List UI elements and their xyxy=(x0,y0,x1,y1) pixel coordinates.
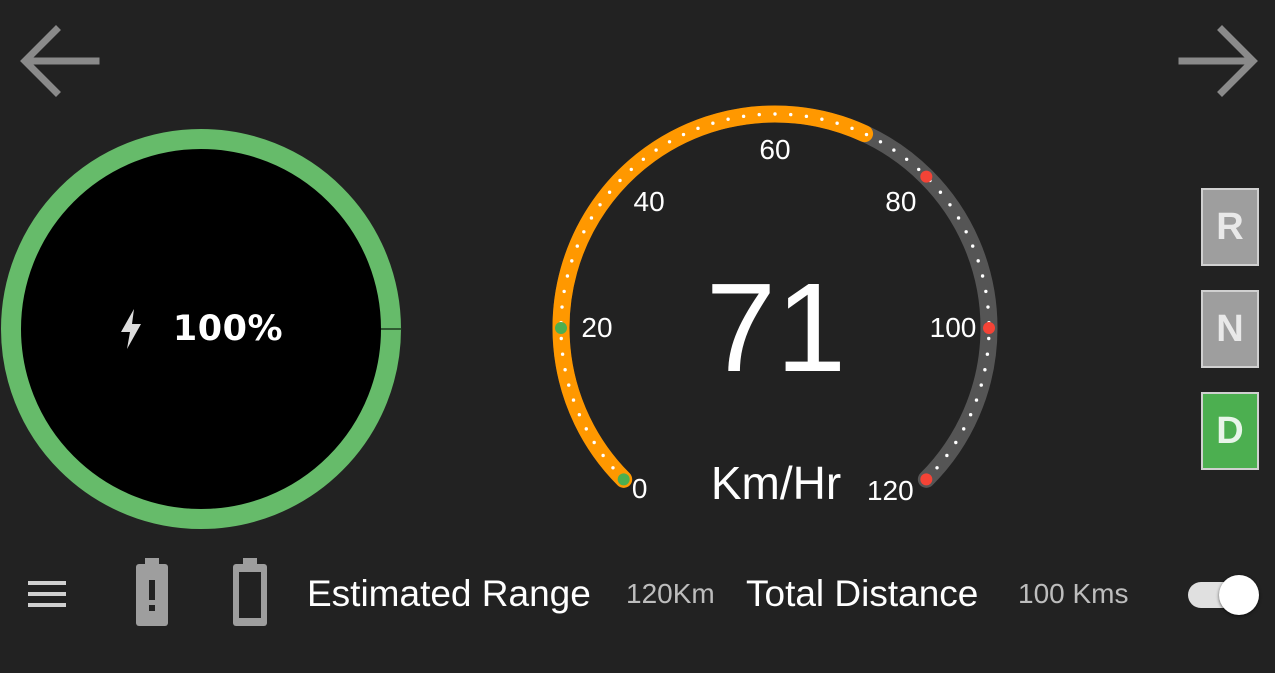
speed-tick-label: 80 xyxy=(885,186,917,218)
speed-arc-dot xyxy=(864,132,869,137)
speed-arc-dot xyxy=(956,216,961,220)
speed-arc-dot xyxy=(560,305,564,309)
speed-arc-dot xyxy=(892,148,896,152)
speed-arc-dot xyxy=(582,230,586,234)
dashboard-screen: 100% 0 20 40 60 80 100 120 71 Km/Hr R N D Est xyxy=(0,0,1275,673)
speed-arc-dot xyxy=(757,112,761,117)
speed-arc-dot xyxy=(575,244,579,248)
gear-drive-button[interactable]: D xyxy=(1201,392,1259,470)
battery-icon xyxy=(233,558,267,626)
speed-arc-dot xyxy=(904,157,909,161)
gear-neutral-button[interactable]: N xyxy=(1201,290,1259,368)
speed-arc-dot xyxy=(611,466,615,470)
speed-arc-dot xyxy=(654,148,658,152)
speed-arc-dot xyxy=(984,289,988,294)
speed-arc-dot xyxy=(598,203,602,207)
speed-arc-dot xyxy=(589,216,594,220)
arrow-right-icon[interactable] xyxy=(1176,18,1262,104)
battery-gauge-face xyxy=(20,148,382,510)
speed-tick-label: 60 xyxy=(759,134,791,165)
speed-marker-green xyxy=(555,322,567,334)
speed-arc-dot xyxy=(565,274,570,278)
speed-arc-dot xyxy=(696,126,700,131)
speed-arc-dot xyxy=(964,230,968,234)
speed-arc-dot xyxy=(741,114,746,119)
arrow-left-icon[interactable] xyxy=(16,18,102,104)
battery-gauge xyxy=(1,129,402,529)
speed-arc-dot xyxy=(974,398,979,402)
speed-value: 71 xyxy=(705,257,847,398)
speed-marker-red xyxy=(920,170,933,183)
menu-icon[interactable] xyxy=(28,578,68,610)
speed-arc-dot xyxy=(987,336,991,341)
speed-arc-dot xyxy=(986,305,990,309)
speed-arc-dot xyxy=(850,126,854,131)
speed-arc-dot xyxy=(917,167,921,172)
speed-arc-dot xyxy=(667,140,672,144)
speed-arc-dot xyxy=(773,112,777,116)
speed-arc-dot xyxy=(945,453,949,458)
speed-arc-dot xyxy=(601,453,605,458)
speed-arc-dot xyxy=(559,336,563,341)
speed-arc-dot xyxy=(577,413,582,417)
speed-arc-dot xyxy=(820,117,824,121)
speed-arc-dot xyxy=(607,190,612,194)
speed-arc-dot xyxy=(584,427,588,431)
speed-arc-dot xyxy=(938,190,943,194)
speed-arc-dot xyxy=(935,466,939,470)
speed-arc-dot xyxy=(570,259,574,263)
speed-arc-dot xyxy=(571,398,576,402)
speed-arc-dot xyxy=(681,132,686,137)
speed-arc-dot xyxy=(789,112,793,117)
speed-tick-label: 0 xyxy=(631,473,648,505)
speed-arc-dot xyxy=(878,140,883,144)
speed-arc-dot xyxy=(968,413,973,417)
speed-unit: Km/Hr xyxy=(710,457,842,509)
speed-arc-dot xyxy=(641,157,646,161)
speed-marker-red xyxy=(983,322,995,334)
speed-arc-dot xyxy=(563,368,567,372)
speed-tick-label: 20 xyxy=(581,312,613,343)
speed-arc-dot xyxy=(804,114,809,119)
total-distance-value: 100 Kms xyxy=(1018,578,1129,609)
total-distance-label: Total Distance xyxy=(746,573,979,614)
speed-arc-dot xyxy=(629,167,633,172)
speed-tick-label: 100 xyxy=(929,312,977,343)
speed-marker-green xyxy=(617,473,630,486)
speed-arc-dot xyxy=(985,352,990,356)
battery-alert-icon xyxy=(136,558,168,626)
speed-tick-label: 40 xyxy=(633,186,665,218)
gear-reverse-button[interactable]: R xyxy=(1201,188,1259,266)
speed-arc-dot xyxy=(560,352,565,356)
speed-arc-dot xyxy=(976,259,980,263)
speed-arc-dot xyxy=(983,368,987,372)
speed-arc-dot xyxy=(971,244,975,248)
estimated-range-label: Estimated Range xyxy=(307,573,591,614)
toggle-thumb xyxy=(1219,575,1259,615)
speed-arc-dot xyxy=(726,117,730,121)
speed-arc-dot xyxy=(711,121,715,125)
speed-arc-dot xyxy=(954,440,958,445)
speed-arc-dot xyxy=(962,427,966,431)
speed-arc-dot xyxy=(948,203,952,207)
estimated-range-value: 120Km xyxy=(626,578,715,609)
speed-arc-dot xyxy=(562,289,566,294)
bottom-status-bar: Estimated Range 120Km Total Distance 100… xyxy=(0,548,1275,648)
speed-arc-dot xyxy=(980,274,985,278)
speed-arc-dot xyxy=(835,121,839,125)
speed-arc-dot xyxy=(618,178,622,183)
speed-arc-dot xyxy=(567,383,571,387)
speed-marker-red xyxy=(920,473,933,486)
toggle-switch[interactable] xyxy=(1186,573,1262,615)
speed-arc-dot xyxy=(979,383,983,387)
speed-arc-dot xyxy=(592,440,596,445)
